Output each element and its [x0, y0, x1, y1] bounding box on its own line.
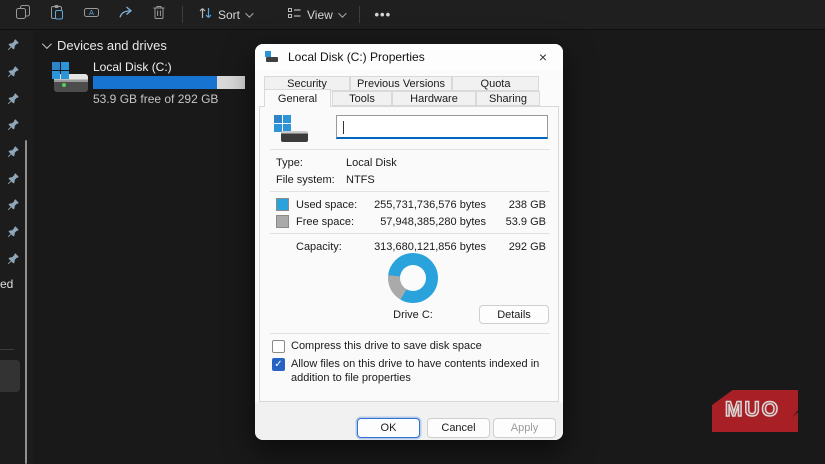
- copy-icon: [15, 4, 31, 25]
- drive-capacity-bar: [93, 76, 245, 89]
- local-disk-icon[interactable]: [52, 62, 90, 94]
- properties-dialog: Local Disk (C:) Properties × Security Pr…: [255, 44, 563, 440]
- tab-tools[interactable]: Tools: [332, 91, 392, 106]
- delete-button[interactable]: [142, 3, 176, 27]
- muo-logo-text: MUO: [724, 397, 780, 422]
- pushpin-icon: [7, 118, 20, 136]
- ok-button[interactable]: OK: [357, 418, 420, 438]
- compress-checkbox-row[interactable]: Compress this drive to save disk space: [272, 340, 482, 354]
- general-tab-page: Type: Local Disk File system: NTFS Used …: [259, 106, 559, 402]
- tab-hardware[interactable]: Hardware: [392, 91, 476, 106]
- drive-large-icon: [274, 115, 312, 145]
- sidebar-divider: [0, 349, 14, 350]
- sort-button[interactable]: Sort: [189, 3, 260, 27]
- type-label: Type:: [276, 157, 303, 169]
- more-dots-icon: •••: [374, 7, 392, 22]
- type-value: Local Disk: [346, 157, 397, 169]
- compress-checkbox[interactable]: [272, 340, 285, 353]
- toolbar-divider: [182, 6, 183, 23]
- tab-sharing[interactable]: Sharing: [476, 91, 540, 106]
- share-icon: [117, 4, 133, 25]
- divider: [270, 233, 550, 234]
- pushpin-icon: [7, 92, 20, 110]
- drive-led-icon: [62, 83, 66, 87]
- capacity-label: Capacity:: [296, 241, 342, 253]
- view-button[interactable]: View: [278, 3, 353, 27]
- pushpin-icon: [7, 252, 20, 270]
- chevron-down-icon: [337, 8, 347, 18]
- tab-quota[interactable]: Quota: [452, 76, 539, 91]
- close-icon[interactable]: ×: [533, 49, 553, 65]
- chevron-down-icon: [41, 39, 52, 50]
- chevron-down-icon: [245, 8, 254, 18]
- used-space-label: Used space:: [296, 199, 358, 211]
- paste-icon: [49, 4, 65, 25]
- windows-logo-icon: [52, 62, 69, 79]
- donut-hole: [400, 265, 426, 291]
- free-space-label: Free space:: [296, 216, 355, 228]
- drive-mini-icon: [265, 51, 279, 63]
- dialog-title: Local Disk (C:) Properties: [288, 50, 425, 64]
- view-label: View: [307, 7, 333, 22]
- index-checkbox-row[interactable]: ✓ Allow files on this drive to have cont…: [272, 358, 553, 386]
- compress-label: Compress this drive to save disk space: [291, 340, 482, 352]
- pushpin-icon: [7, 145, 20, 163]
- index-checkbox[interactable]: ✓: [272, 358, 285, 371]
- divider: [270, 333, 550, 334]
- pushpin-icon: [7, 198, 20, 216]
- index-label: Allow files on this drive to have conten…: [291, 358, 540, 384]
- explorer-toolbar: A Sort View •••: [0, 0, 825, 30]
- capacity-bytes: 313,680,121,856 bytes: [374, 241, 486, 253]
- pushpin-icon: [7, 225, 20, 243]
- pushpin-icon: [7, 38, 20, 56]
- pushpin-icon: [7, 65, 20, 83]
- sidebar-item-label[interactable]: ed: [0, 277, 13, 291]
- copy-button[interactable]: [6, 3, 40, 27]
- divider: [270, 149, 550, 150]
- paste-button[interactable]: [40, 3, 74, 27]
- delete-icon: [151, 4, 167, 25]
- pushpin-icon: [7, 172, 20, 190]
- more-options-button[interactable]: •••: [366, 3, 400, 27]
- filesystem-label: File system:: [276, 174, 335, 186]
- donut-caption: Drive C:: [393, 309, 433, 321]
- svg-text:A: A: [88, 8, 93, 17]
- drive-capacity-bar-fill: [93, 76, 217, 89]
- apply-button[interactable]: Apply: [493, 418, 556, 438]
- details-button[interactable]: Details: [479, 305, 549, 324]
- drive-free-text: 53.9 GB free of 292 GB: [93, 92, 219, 106]
- free-space-bytes: 57,948,385,280 bytes: [380, 216, 486, 228]
- sort-label: Sort: [218, 7, 241, 22]
- filesystem-value: NTFS: [346, 174, 375, 186]
- section-devices-and-drives[interactable]: Devices and drives: [41, 38, 167, 53]
- drive-name[interactable]: Local Disk (C:): [93, 60, 172, 74]
- toolbar-divider: [358, 6, 360, 23]
- muo-watermark: MUO: [712, 390, 798, 432]
- capacity-size: 292 GB: [508, 241, 546, 253]
- tab-general[interactable]: General: [264, 89, 331, 107]
- rename-icon: A: [83, 4, 100, 25]
- used-space-bytes: 255,731,736,576 bytes: [374, 199, 486, 211]
- cancel-button[interactable]: Cancel: [427, 418, 490, 438]
- section-header-label: Devices and drives: [57, 38, 167, 53]
- tab-previous-versions[interactable]: Previous Versions: [350, 76, 452, 91]
- used-space-size: 238 GB: [508, 199, 546, 211]
- divider: [270, 191, 550, 192]
- free-space-swatch: [276, 215, 289, 228]
- navigation-pane: ed: [0, 30, 33, 464]
- drive-label-input[interactable]: [336, 115, 548, 139]
- sort-icon: [198, 6, 213, 23]
- sidebar-item[interactable]: [0, 360, 20, 392]
- share-button[interactable]: [108, 3, 142, 27]
- dialog-titlebar[interactable]: Local Disk (C:) Properties ×: [255, 44, 563, 70]
- view-icon: [287, 6, 302, 23]
- free-space-size: 53.9 GB: [505, 216, 546, 228]
- used-space-swatch: [276, 198, 289, 211]
- rename-button[interactable]: A: [74, 3, 108, 27]
- disk-usage-donut-chart: [388, 253, 438, 303]
- text-caret: [343, 121, 344, 134]
- sidebar-scrollbar[interactable]: [25, 140, 27, 464]
